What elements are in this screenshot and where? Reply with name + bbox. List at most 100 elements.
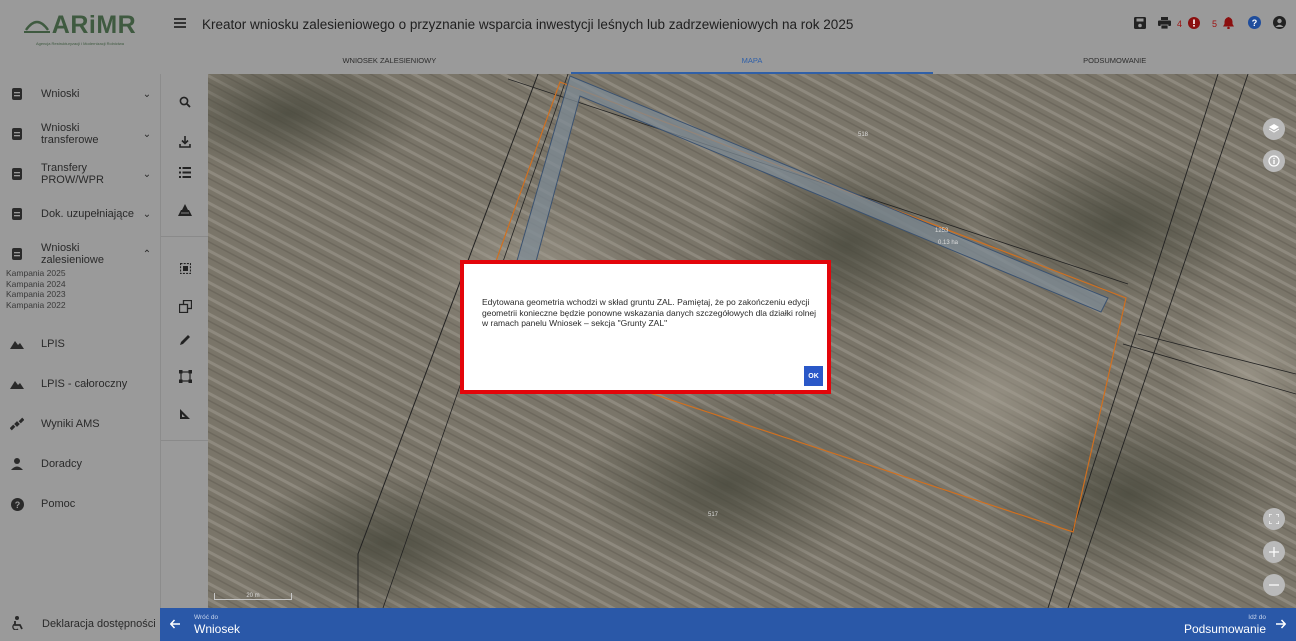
bottom-navigation: Wróć do Wniosek Idź do Podsumowanie bbox=[160, 608, 1296, 641]
menu-icon[interactable] bbox=[174, 18, 186, 28]
save-icon[interactable] bbox=[1133, 16, 1146, 32]
fullscreen-icon[interactable] bbox=[1263, 508, 1285, 530]
app-header: Kreator wniosku zalesieniowego o przyzna… bbox=[160, 0, 1296, 52]
sidebar-item-dok-uzupelniajace[interactable]: Dok. uzupełniające ⌄ bbox=[0, 194, 160, 234]
map-scale: 20 m bbox=[214, 593, 292, 600]
sidebar-item-lpis[interactable]: LPIS bbox=[0, 324, 160, 364]
app-window: ARiMR Agencja Restrukturyzacji i Moderni… bbox=[0, 0, 1296, 641]
campaign-list: Kampania 2025 Kampania 2024 Kampania 202… bbox=[0, 268, 160, 310]
document-icon bbox=[10, 87, 24, 101]
arrow-right-icon bbox=[1276, 616, 1287, 634]
document-icon bbox=[10, 207, 24, 221]
print-count: 4 bbox=[1176, 19, 1182, 29]
terrain-icon bbox=[10, 337, 24, 351]
tab-podsumowanie[interactable]: PODSUMOWANIE bbox=[933, 52, 1296, 74]
person-icon bbox=[10, 457, 24, 471]
sidebar-item-label: Wyniki AMS bbox=[41, 418, 100, 430]
document-icon bbox=[10, 247, 24, 261]
sidebar-item-wnioski-transferowe[interactable]: Wnioski transferowe ⌄ bbox=[0, 114, 160, 154]
page-title: Kreator wniosku zalesieniowego o przyzna… bbox=[202, 17, 854, 32]
logo[interactable]: ARiMR Agencja Restrukturyzacji i Moderni… bbox=[0, 0, 160, 52]
campaign-2025-link[interactable]: Kampania 2025 bbox=[6, 268, 160, 279]
measure-angle-icon[interactable] bbox=[175, 404, 195, 424]
next-button[interactable]: Idź do Podsumowanie bbox=[1183, 614, 1287, 636]
sidebar-item-doradcy[interactable]: Doradcy bbox=[0, 444, 160, 484]
error-icon[interactable] bbox=[1187, 16, 1200, 32]
chevron-down-icon: ⌄ bbox=[142, 208, 152, 220]
list-icon[interactable] bbox=[175, 162, 195, 182]
sidebar-nav: Wnioski ⌄ Wnioski transferowe ⌄ Transfer… bbox=[0, 74, 160, 524]
tab-mapa[interactable]: MAPA bbox=[570, 52, 934, 74]
geometry-warning-dialog: Edytowana geometria wchodzi w skład grun… bbox=[460, 260, 831, 394]
svg-text:?: ? bbox=[1252, 18, 1258, 28]
sidebar-item-label: Transfery PROW/WPR bbox=[41, 162, 104, 186]
tab-wniosek-zalesieniowy[interactable]: WNIOSEK ZALESIENIOWY bbox=[208, 52, 571, 74]
document-icon bbox=[10, 127, 24, 141]
back-button[interactable]: Wróć do Wniosek bbox=[169, 614, 241, 636]
next-label: Podsumowanie bbox=[1183, 622, 1266, 636]
campaign-2023-link[interactable]: Kampania 2023 bbox=[6, 289, 160, 300]
user-account-icon[interactable] bbox=[1273, 16, 1286, 32]
layers-icon[interactable] bbox=[1263, 118, 1285, 140]
sidebar-item-label: Doradcy bbox=[41, 458, 82, 470]
next-caption: Idź do bbox=[1248, 614, 1266, 621]
sidebar-item-lpis-caloroczny[interactable]: LPIS - całoroczny bbox=[0, 364, 160, 404]
parcel-label-top: 518 bbox=[858, 132, 869, 138]
help-icon[interactable]: ? bbox=[1248, 16, 1261, 32]
accessibility-icon bbox=[12, 615, 24, 633]
zoom-in-icon[interactable] bbox=[1263, 541, 1285, 563]
sidebar-item-wnioski[interactable]: Wnioski ⌄ bbox=[0, 74, 160, 114]
search-icon[interactable] bbox=[175, 92, 195, 112]
logo-text: ARiMR bbox=[51, 10, 137, 39]
field-layer-icon[interactable] bbox=[175, 200, 195, 220]
pencil-icon[interactable] bbox=[175, 330, 195, 350]
sidebar-item-transfery[interactable]: Transfery PROW/WPR ⌄ bbox=[0, 154, 160, 194]
sidebar-item-pomoc[interactable]: ? Pomoc bbox=[0, 484, 160, 524]
tab-bar: WNIOSEK ZALESIENIOWY MAPA PODSUMOWANIE bbox=[208, 52, 1296, 74]
sidebar-item-label: Wnioski bbox=[41, 88, 80, 100]
header-spacer bbox=[160, 52, 208, 74]
chevron-down-icon: ⌄ bbox=[142, 168, 152, 180]
toolbar-divider bbox=[161, 440, 209, 441]
sidebar-item-label: LPIS - całoroczny bbox=[41, 378, 128, 390]
copy-geometry-icon[interactable] bbox=[175, 296, 195, 316]
ok-button[interactable]: OK bbox=[804, 366, 823, 386]
info-icon[interactable] bbox=[1263, 150, 1285, 172]
campaign-2024-link[interactable]: Kampania 2024 bbox=[6, 279, 160, 290]
chevron-down-icon: ⌄ bbox=[142, 88, 152, 100]
terrain-icon bbox=[10, 377, 24, 391]
sidebar-item-wyniki-ams[interactable]: Wyniki AMS bbox=[0, 404, 160, 444]
chevron-down-icon: ⌄ bbox=[142, 128, 152, 140]
sidebar-item-label: Dok. uzupełniające bbox=[41, 208, 134, 220]
toolbar-divider bbox=[161, 236, 209, 237]
satellite-icon bbox=[10, 417, 24, 431]
accessibility-link[interactable]: Deklaracja dostępności bbox=[0, 607, 160, 641]
sidebar-item-label: Wnioski zalesieniowe bbox=[41, 242, 104, 266]
sidebar-item-label: LPIS bbox=[41, 338, 65, 350]
print-icon[interactable] bbox=[1157, 16, 1171, 32]
logo-mark: ARiMR bbox=[23, 10, 137, 40]
logo-subtitle: Agencja Restrukturyzacji i Modernizacji … bbox=[35, 40, 125, 46]
logo-arch-icon bbox=[23, 20, 50, 33]
header-actions: 4 5 ? bbox=[1133, 16, 1286, 32]
parcel-label-bottom: 517 bbox=[708, 512, 719, 518]
back-label: Wniosek bbox=[194, 622, 241, 636]
sidebar-item-label: Pomoc bbox=[41, 498, 76, 510]
arrow-left-icon bbox=[169, 616, 180, 634]
back-caption: Wróć do bbox=[194, 614, 219, 621]
accessibility-label: Deklaracja dostępności bbox=[42, 618, 156, 630]
download-icon[interactable] bbox=[175, 132, 195, 152]
select-parcel-icon[interactable] bbox=[175, 258, 195, 278]
campaign-2022-link[interactable]: Kampania 2022 bbox=[6, 300, 160, 311]
bell-icon[interactable] bbox=[1223, 16, 1234, 32]
chevron-up-icon: ⌃ bbox=[142, 248, 152, 260]
map-toolbar bbox=[160, 74, 209, 608]
sidebar: ARiMR Agencja Restrukturyzacji i Moderni… bbox=[0, 0, 160, 641]
svg-text:?: ? bbox=[14, 500, 20, 510]
document-icon bbox=[10, 167, 24, 181]
sidebar-item-label: Wnioski transferowe bbox=[41, 122, 99, 146]
polygon-draw-icon[interactable] bbox=[175, 366, 195, 386]
zoom-out-icon[interactable] bbox=[1263, 574, 1285, 596]
help-icon: ? bbox=[10, 497, 24, 511]
parcel-label-strip: 1253 bbox=[935, 228, 949, 234]
